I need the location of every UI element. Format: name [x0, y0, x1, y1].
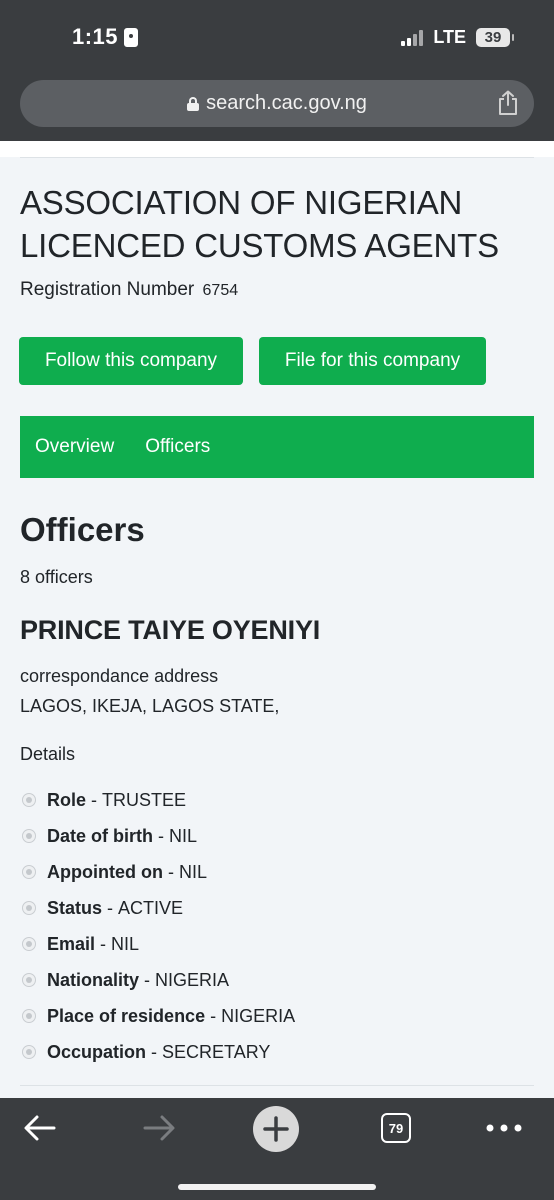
- detail-value: NIL: [178, 861, 207, 882]
- detail-item-status: Status - ACTIVE: [20, 890, 534, 926]
- tab-switcher-button[interactable]: 79: [374, 1110, 418, 1146]
- web-page: ASSOCIATION OF NIGERIAN LICENCED CUSTOMS…: [0, 141, 554, 1098]
- detail-key: Appointed on: [47, 861, 163, 882]
- forward-button[interactable]: [137, 1110, 181, 1146]
- officers-heading: Officers: [20, 511, 145, 548]
- battery-icon: 39: [476, 28, 514, 47]
- file-for-company-button[interactable]: File for this company: [259, 337, 486, 385]
- ellipsis-icon: [486, 1124, 522, 1132]
- url-text: search.cac.gov.ng: [206, 92, 367, 114]
- detail-value: ACTIVE: [118, 897, 184, 918]
- detail-item-nationality: Nationality - NIGERIA: [20, 962, 534, 998]
- tab-overview[interactable]: Overview: [35, 436, 114, 458]
- divider: [20, 1085, 534, 1086]
- follow-company-button[interactable]: Follow this company: [19, 337, 243, 385]
- detail-value: SECRETARY: [162, 1041, 271, 1062]
- company-name: ASSOCIATION OF NIGERIAN LICENCED CUSTOMS…: [20, 184, 499, 264]
- bullet-icon: [22, 1009, 36, 1023]
- bullet-icon: [22, 1045, 36, 1059]
- detail-value: NIL: [111, 933, 140, 954]
- address-value: LAGOS, IKEJA, LAGOS STATE,: [20, 696, 280, 716]
- detail-value: NIL: [169, 825, 198, 846]
- arrow-right-icon: [143, 1115, 175, 1141]
- address-label: correspondance address: [20, 666, 219, 686]
- detail-key: Date of birth: [47, 825, 153, 846]
- registration-number: 6754: [202, 282, 239, 299]
- bullet-icon: [22, 937, 36, 951]
- detail-key: Role: [47, 789, 87, 810]
- details-label: Details: [20, 744, 76, 764]
- status-time-text: 1:15: [72, 24, 119, 49]
- home-indicator[interactable]: [178, 1184, 376, 1190]
- registration-row: Registration Number 6754: [20, 279, 238, 301]
- cellular-signal-icon: [401, 29, 424, 46]
- detail-value: NIGERIA: [221, 1005, 296, 1026]
- bullet-icon: [22, 901, 36, 915]
- status-indicators: LTE 39: [401, 27, 514, 48]
- detail-key: Email: [47, 933, 96, 954]
- url-display: search.cac.gov.ng: [187, 92, 367, 115]
- contact-card-icon: [124, 27, 139, 47]
- bullet-icon: [22, 793, 36, 807]
- bullet-icon: [22, 973, 36, 987]
- address-bar[interactable]: search.cac.gov.ng: [20, 80, 534, 127]
- detail-item-appointed-on: Appointed on - NIL: [20, 854, 534, 890]
- detail-key: Place of residence: [47, 1005, 206, 1026]
- more-button[interactable]: [482, 1110, 526, 1146]
- detail-item-role: Role - TRUSTEE: [20, 782, 534, 818]
- registration-label: Registration Number: [20, 279, 195, 300]
- detail-value: TRUSTEE: [102, 789, 187, 810]
- officer-name: PRINCE TAIYE OYENIYI: [20, 615, 321, 645]
- back-button[interactable]: [18, 1110, 62, 1146]
- detail-item-email: Email - NIL: [20, 926, 534, 962]
- detail-value: NIGERIA: [155, 969, 230, 990]
- browser-bottom-toolbar: 79: [0, 1098, 554, 1200]
- lock-icon: [187, 96, 200, 111]
- tab-count: 79: [381, 1113, 411, 1143]
- detail-item-place-of-residence: Place of residence - NIGERIA: [20, 998, 534, 1034]
- detail-key: Status: [47, 897, 103, 918]
- bullet-icon: [22, 865, 36, 879]
- detail-key: Occupation: [47, 1041, 147, 1062]
- detail-item-date-of-birth: Date of birth - NIL: [20, 818, 534, 854]
- status-time: 1:15: [72, 24, 139, 50]
- bullet-icon: [22, 829, 36, 843]
- plus-icon: [263, 1116, 289, 1142]
- officers-count: 8 officers: [20, 567, 93, 587]
- company-tabs: Overview Officers: [20, 416, 534, 478]
- officer-details-list: Role - TRUSTEE Date of birth - NIL Appointed…: [20, 782, 534, 1070]
- detail-item-occupation: Occupation - SECRETARY: [20, 1034, 534, 1070]
- new-tab-button[interactable]: [253, 1106, 299, 1152]
- arrow-left-icon: [24, 1115, 56, 1141]
- detail-key: Nationality: [47, 969, 140, 990]
- divider: [20, 157, 534, 158]
- share-icon[interactable]: [496, 90, 520, 116]
- browser-top-chrome: 1:15 LTE 39 search.cac.gov.ng: [0, 0, 554, 141]
- network-type: LTE: [433, 27, 466, 47]
- page-top-strip: [0, 141, 554, 157]
- tab-officers[interactable]: Officers: [145, 436, 210, 458]
